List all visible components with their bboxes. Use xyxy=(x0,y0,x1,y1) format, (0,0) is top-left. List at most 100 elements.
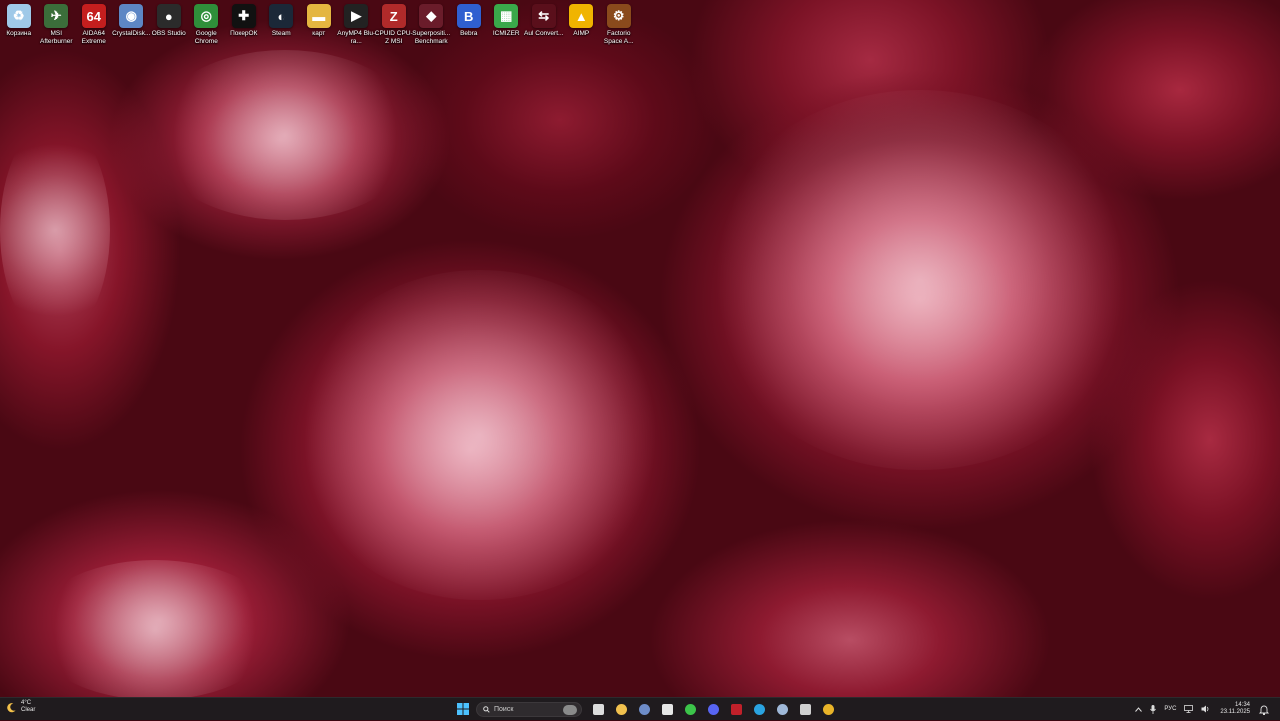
desktop-shortcut[interactable]: ◎ Google Chrome xyxy=(188,0,226,50)
obs-icon: ● xyxy=(156,4,181,28)
cpuz-icon: Z xyxy=(381,4,406,28)
weather-temp: 4°C xyxy=(21,700,32,706)
obs-icon xyxy=(799,703,811,715)
clock-icon xyxy=(661,703,673,715)
pinned-apps xyxy=(588,699,841,719)
aimp-icon: ▲ xyxy=(569,4,594,28)
taskbar-app-calculator[interactable] xyxy=(634,699,654,719)
pokerok-icon: ✚ xyxy=(231,4,256,28)
desktop-shortcut-label: Корзина xyxy=(6,30,32,37)
desktop-wallpaper xyxy=(0,0,1280,697)
search-highlight-icon xyxy=(563,704,577,715)
start-button[interactable] xyxy=(453,699,473,719)
bebra-icon: B xyxy=(456,4,481,28)
search-placeholder: Поиск xyxy=(494,705,514,713)
desktop-shortcut-label: CPUID CPU-Z MSI xyxy=(374,30,413,45)
volume-button[interactable] xyxy=(1201,705,1210,713)
microphone-button[interactable] xyxy=(1150,704,1157,714)
desktop-shortcut-label: AIMP xyxy=(573,30,590,37)
task-view-icon xyxy=(592,703,604,715)
speaker-icon xyxy=(1201,705,1209,713)
taskbar: 4°C Clear Поиск РУС 14:34 23.11.2025 xyxy=(0,697,1280,720)
icmizer-icon: ▦ xyxy=(494,4,519,28)
desktop-shortcut[interactable]: ◆ Superpositi... Benchmark xyxy=(412,0,451,50)
desktop-shortcut-label: CrystalDisk... xyxy=(112,30,151,37)
taskbar-app-arrow-app[interactable] xyxy=(680,699,700,719)
chrome-icon: ◎ xyxy=(194,4,219,28)
desktop-shortcut-label: ICMIZER xyxy=(492,30,520,37)
taskbar-app-clock-app[interactable] xyxy=(657,699,677,719)
taskbar-app-telegram[interactable] xyxy=(749,699,769,719)
weather-widget[interactable]: 4°C Clear xyxy=(6,700,35,714)
desktop-shortcut[interactable]: B Bebra xyxy=(450,0,488,50)
system-tray: РУС 14:34 23.11.2025 xyxy=(1127,698,1280,720)
notification-bell-icon xyxy=(1258,705,1270,715)
desktop-shortcut[interactable]: ⚙ Factorio Space A... xyxy=(600,0,638,50)
desktop-shortcut-label: AnyMP4 Blu-ra... xyxy=(337,30,376,45)
taskbar-app-task-view[interactable] xyxy=(588,699,608,719)
desktop-shortcut-label: MSI Afterburner xyxy=(39,30,73,45)
red-circle-icon xyxy=(730,703,742,715)
input-language[interactable]: РУС xyxy=(1164,706,1176,712)
desktop-shortcut-label: Factorio Space A... xyxy=(603,30,634,45)
desktop-shortcut-label: Google Chrome xyxy=(194,30,218,45)
clock-time: 14:34 xyxy=(1234,702,1250,708)
network-button[interactable] xyxy=(1184,705,1194,713)
taskbar-app-obs[interactable] xyxy=(795,699,815,719)
taskbar-clock[interactable]: 14:34 23.11.2025 xyxy=(1220,702,1250,716)
calculator-icon xyxy=(638,703,650,715)
taskbar-app-chrome[interactable] xyxy=(818,699,838,719)
chevron-up-icon xyxy=(1135,706,1143,712)
anymp4-icon: ▶ xyxy=(344,4,369,28)
steam-icon: ◐ xyxy=(269,4,294,28)
desktop-shortcut[interactable]: ▲ AIMP xyxy=(563,0,601,50)
telegram-icon xyxy=(753,703,765,715)
desktop-shortcut[interactable]: ▬ карт xyxy=(300,0,338,50)
desktop-shortcut[interactable]: ● OBS Studio xyxy=(150,0,188,50)
desktop-shortcut[interactable]: ◐ Steam xyxy=(263,0,301,50)
desktop-shortcut-label: Aul Convert... xyxy=(524,30,564,37)
weather-condition: Clear xyxy=(21,707,36,713)
desktop-shortcut[interactable]: ▶ AnyMP4 Blu-ra... xyxy=(337,0,376,50)
desktop-shortcut[interactable]: ◉ CrystalDisk... xyxy=(112,0,151,50)
taskbar-app-red-app[interactable] xyxy=(726,699,746,719)
desktop-shortcut[interactable]: Z CPUID CPU-Z MSI xyxy=(375,0,413,50)
taskbar-search-box[interactable]: Поиск xyxy=(476,701,582,717)
msi-afterburner-icon: ✈ xyxy=(44,4,69,28)
desktop-shortcut[interactable]: ✚ ПокерОК xyxy=(225,0,263,50)
desktop-shortcut[interactable]: ⇆ Aul Convert... xyxy=(524,0,564,50)
folder-icon xyxy=(615,703,627,715)
taskbar-app-discord[interactable] xyxy=(703,699,723,719)
notifications-button[interactable] xyxy=(1258,703,1270,715)
desktop-shortcut-label: Superpositi... Benchmark xyxy=(412,30,451,45)
folder-icon: ▬ xyxy=(306,4,331,28)
show-hidden-icons-button[interactable] xyxy=(1135,706,1143,712)
superposition-icon: ◆ xyxy=(419,4,444,28)
chrome-icon xyxy=(822,703,834,715)
taskbar-center: Поиск xyxy=(453,699,841,719)
green-arrow-icon xyxy=(684,703,696,715)
taskbar-app-file-explorer[interactable] xyxy=(611,699,631,719)
microphone-icon xyxy=(1150,704,1157,714)
aida64-icon: 64 xyxy=(81,4,106,28)
factorio-icon: ⚙ xyxy=(606,4,631,28)
windows-start-icon xyxy=(457,703,469,715)
desktop-shortcut-label: карт xyxy=(312,30,326,37)
crystaldisk-icon: ◉ xyxy=(119,4,144,28)
desktop-shortcut[interactable]: 64 AIDA64 Extreme xyxy=(75,0,113,50)
desktop-icon-grid: ♻ Корзина ✈ MSI Afterburner 64 AIDA64 Extreme… xyxy=(0,0,638,50)
search-icon xyxy=(483,705,490,713)
steam-icon xyxy=(776,703,788,715)
taskbar-app-steam[interactable] xyxy=(772,699,792,719)
desktop-shortcut[interactable]: ▦ ICMIZER xyxy=(488,0,526,50)
desktop-shortcut-label: OBS Studio xyxy=(151,30,186,37)
aul-converter-icon: ⇆ xyxy=(531,4,556,28)
discord-icon xyxy=(707,703,719,715)
desktop-shortcut[interactable]: ✈ MSI Afterburner xyxy=(38,0,76,50)
network-icon xyxy=(1184,705,1194,713)
moon-icon xyxy=(7,702,16,712)
recycle-bin-icon: ♻ xyxy=(6,4,31,28)
desktop-shortcut-label: Steam xyxy=(271,30,291,37)
desktop-shortcut[interactable]: ♻ Корзина xyxy=(0,0,38,50)
desktop-shortcut-label: Bebra xyxy=(460,30,478,37)
